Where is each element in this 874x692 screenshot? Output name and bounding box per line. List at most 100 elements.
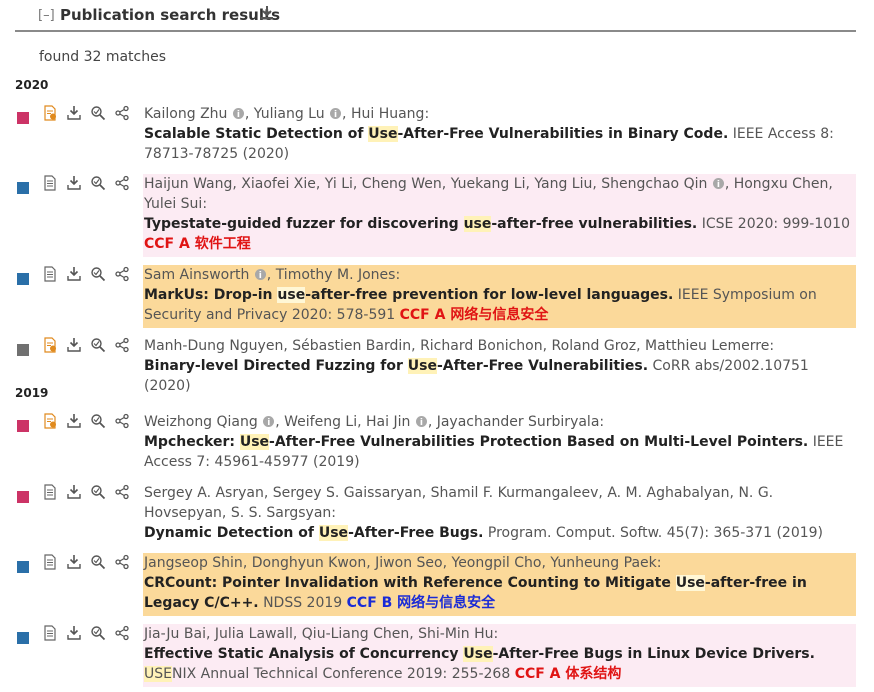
- orcid-icon[interactable]: [330, 105, 342, 125]
- export-icon[interactable]: [66, 413, 82, 429]
- author-link[interactable]: Qiu-Liang Chen: [302, 626, 409, 642]
- entry-tools: [42, 413, 157, 431]
- document-link-icon[interactable]: [42, 337, 58, 353]
- share-icon[interactable]: [114, 484, 130, 500]
- document-icon[interactable]: [42, 554, 58, 570]
- cite-search-icon[interactable]: [90, 337, 106, 353]
- export-icon[interactable]: [66, 175, 82, 191]
- author-link[interactable]: Cheng Wen: [362, 176, 442, 192]
- export-icon[interactable]: [66, 337, 82, 353]
- publication-title[interactable]: Mpchecker: Use-After-Free Vulnerabilitie…: [144, 434, 808, 450]
- author-link[interactable]: Yuliang Lu: [254, 106, 325, 122]
- export-icon[interactable]: [66, 105, 82, 121]
- collapse-toggle[interactable]: [–]: [38, 8, 55, 23]
- publication-type-marker: [17, 420, 29, 432]
- venue-text[interactable]: NIX Annual Technical Conference 2019: 25…: [172, 666, 510, 682]
- author-link[interactable]: A. M. Aghabalyan: [607, 485, 729, 501]
- author-link[interactable]: Jiwon Seo: [375, 555, 442, 571]
- export-icon[interactable]: [66, 266, 82, 282]
- publication-title[interactable]: Binary-level Directed Fuzzing for Use-Af…: [144, 358, 648, 374]
- author-link[interactable]: Roland Groz: [552, 338, 637, 354]
- document-icon[interactable]: [42, 175, 58, 191]
- entry-citation: Manh-Dung Nguyen, Sébastien Bardin, Rich…: [144, 338, 809, 394]
- results-header: [–] Publication search results: [15, 0, 856, 32]
- author-link[interactable]: Manh-Dung Nguyen: [144, 338, 283, 354]
- author-link[interactable]: Julia Lawall: [215, 626, 293, 642]
- author-link[interactable]: Hai Jin: [366, 414, 410, 430]
- author-link[interactable]: Jayachander Surbiryala: [437, 414, 600, 430]
- author-link[interactable]: Matthieu Lemerre: [645, 338, 769, 354]
- orcid-icon[interactable]: [254, 266, 266, 286]
- share-icon[interactable]: [114, 625, 130, 641]
- author-link[interactable]: Sébastien Bardin: [292, 338, 411, 354]
- author-link[interactable]: Kailong Zhu: [144, 106, 227, 122]
- share-icon[interactable]: [114, 554, 130, 570]
- orcid-icon[interactable]: [415, 413, 427, 433]
- author-link[interactable]: S. S. Sargsyan: [231, 505, 331, 521]
- venue-text[interactable]: ICSE 2020: 999-1010: [702, 216, 850, 232]
- cite-search-icon[interactable]: [90, 484, 106, 500]
- author-link[interactable]: Sergey S. Gaissaryan: [273, 485, 422, 501]
- document-link-icon[interactable]: [42, 413, 58, 429]
- publication-title[interactable]: Dynamic Detection of Use-After-Free Bugs…: [144, 525, 483, 541]
- export-icon[interactable]: [66, 625, 82, 641]
- ccf-rank-label: CCF A 软件工程: [144, 236, 251, 252]
- venue-text[interactable]: NDSS 2019: [263, 595, 342, 611]
- share-icon[interactable]: [114, 266, 130, 282]
- entry-citation: Weizhong Qiang , Weifeng Li, Hai Jin , J…: [144, 412, 856, 475]
- export-icon[interactable]: [66, 484, 82, 500]
- document-icon[interactable]: [42, 625, 58, 641]
- cite-search-icon[interactable]: [90, 266, 106, 282]
- publication-title[interactable]: Scalable Static Detection of Use-After-F…: [144, 126, 728, 142]
- export-icon[interactable]: [66, 554, 82, 570]
- cite-search-icon[interactable]: [90, 175, 106, 191]
- share-icon[interactable]: [114, 413, 130, 429]
- author-link[interactable]: Shengchao Qin: [601, 176, 707, 192]
- document-icon[interactable]: [42, 266, 58, 282]
- author-link[interactable]: Yulei Sui: [144, 196, 202, 212]
- author-link[interactable]: Weizhong Qiang: [144, 414, 258, 430]
- publication-title[interactable]: Effective Static Analysis of Concurrency…: [144, 646, 815, 662]
- document-icon[interactable]: [42, 484, 58, 500]
- author-link[interactable]: Sergey A. Asryan: [144, 485, 264, 501]
- author-link[interactable]: Sam Ainsworth: [144, 267, 249, 283]
- share-icon[interactable]: [114, 105, 130, 121]
- cite-search-icon[interactable]: [90, 105, 106, 121]
- orcid-icon[interactable]: [263, 413, 275, 433]
- author-link[interactable]: Jangseop Shin: [144, 555, 243, 571]
- publication-type-marker: [17, 182, 29, 194]
- author-link[interactable]: Timothy M. Jones: [276, 267, 396, 283]
- search-term-highlight: use: [277, 287, 306, 303]
- year-heading: 2020: [15, 78, 49, 92]
- author-link[interactable]: Donghyun Kwon: [252, 555, 367, 571]
- title-text: MarkUs: Drop-in: [144, 287, 278, 303]
- publication-title[interactable]: Typestate-guided fuzzer for discovering …: [144, 216, 697, 232]
- publication-title[interactable]: MarkUs: Drop-in use-after-free preventio…: [144, 287, 673, 303]
- orcid-icon[interactable]: [712, 175, 724, 195]
- author-link[interactable]: Yang Liu: [534, 176, 592, 192]
- author-link[interactable]: Yeongpil Cho: [452, 555, 542, 571]
- cite-search-icon[interactable]: [90, 625, 106, 641]
- orcid-icon[interactable]: [232, 105, 244, 125]
- share-icon[interactable]: [114, 337, 130, 353]
- title-text: Mpchecker:: [144, 434, 240, 450]
- author-link[interactable]: Yunheung Paek: [550, 555, 656, 571]
- cite-search-icon[interactable]: [90, 554, 106, 570]
- download-icon[interactable]: [260, 5, 274, 21]
- cite-search-icon[interactable]: [90, 413, 106, 429]
- author-link[interactable]: Shi-Min Hu: [418, 626, 493, 642]
- venue-text[interactable]: Program. Comput. Softw. 45(7): 365-371 (…: [488, 525, 823, 541]
- author-link[interactable]: Yuekang Li: [451, 176, 526, 192]
- author-link[interactable]: Richard Bonichon: [420, 338, 543, 354]
- author-link[interactable]: Hongxu Chen: [734, 176, 829, 192]
- author-link[interactable]: Weifeng Li: [284, 414, 357, 430]
- publication-type-marker: [17, 344, 29, 356]
- share-icon[interactable]: [114, 175, 130, 191]
- author-link[interactable]: Haijun Wang: [144, 176, 232, 192]
- author-link[interactable]: Yi Li: [325, 176, 353, 192]
- document-link-icon[interactable]: [42, 105, 58, 121]
- author-link[interactable]: Xiaofei Xie: [241, 176, 316, 192]
- author-link[interactable]: Jia-Ju Bai: [144, 626, 206, 642]
- author-link[interactable]: Shamil F. Kurmangaleev: [431, 485, 599, 501]
- author-link[interactable]: Hui Huang: [351, 106, 424, 122]
